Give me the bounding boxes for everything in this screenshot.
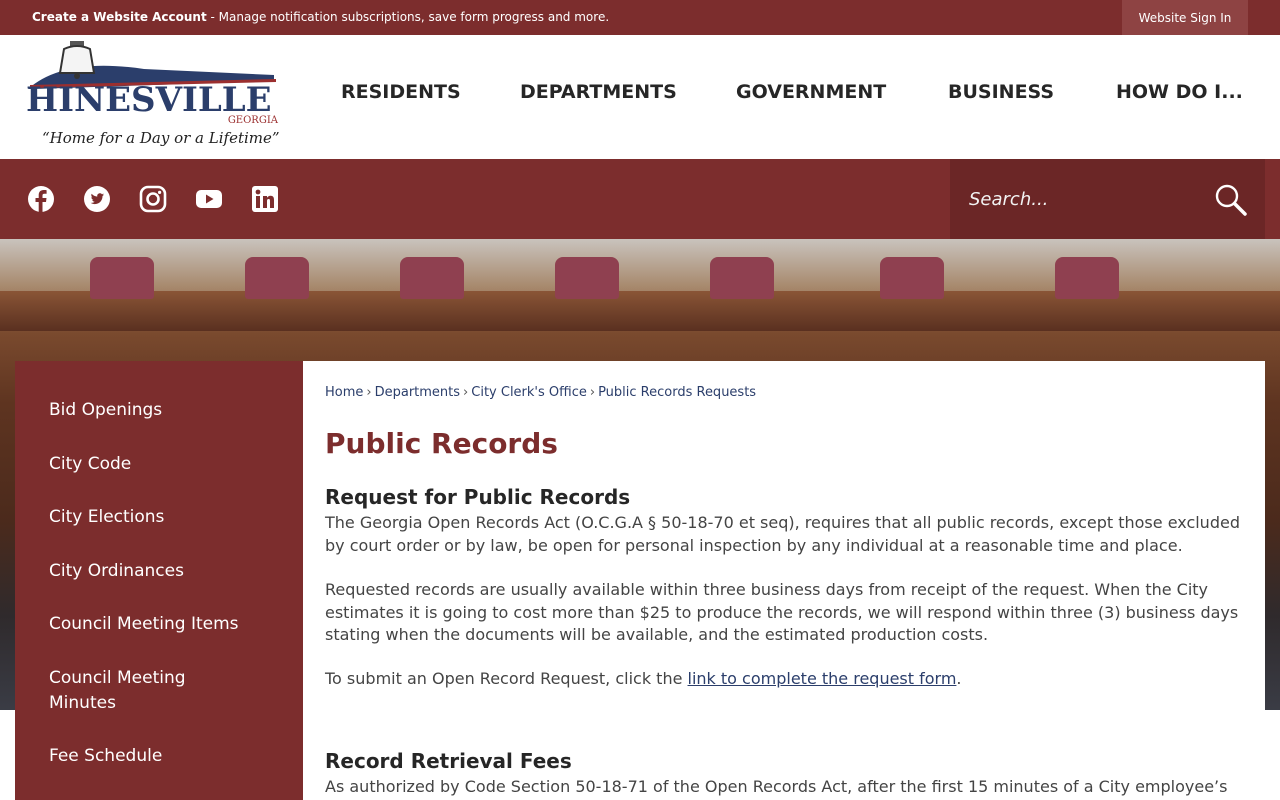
paragraph-availability: Requested records are usually available … [325, 580, 1239, 644]
breadcrumb-separator: › [366, 385, 372, 400]
nav-business[interactable]: BUSINESS [948, 81, 1054, 103]
hero-chair [710, 257, 774, 299]
sidebar-item-city-code[interactable]: City Code [49, 452, 279, 477]
social-search-bar [0, 159, 1280, 239]
paragraph-open-records-act: The Georgia Open Records Act (O.C.G.A § … [325, 513, 1240, 555]
breadcrumb-separator: › [463, 385, 469, 400]
logo-wordmark: HINESVILLE [26, 80, 272, 120]
search-icon[interactable] [1214, 183, 1248, 217]
paragraph-submit-request: To submit an Open Record Request, click … [325, 668, 1245, 691]
sidebar-navigation: Bid Openings City Code City Elections Ci… [15, 361, 303, 800]
breadcrumb: Home › Departments › City Clerk's Office › Pub… [325, 385, 756, 400]
sidebar-item-bid-openings[interactable]: Bid Openings [49, 398, 279, 423]
account-promo: Create a Website Account - Manage notifi… [32, 10, 609, 24]
site-header: HINESVILLE GEORGIA “Home for a Day or a … [0, 35, 1280, 159]
sidebar-item-city-elections[interactable]: City Elections [49, 505, 279, 530]
section-heading-fees: Record Retrieval Fees [325, 749, 572, 773]
request-form-link[interactable]: link to complete the request form [688, 669, 957, 688]
nav-departments[interactable]: DEPARTMENTS [520, 81, 677, 103]
account-promo-text: - Manage notification subscriptions, sav… [206, 10, 610, 24]
create-account-link[interactable]: Create a Website Account [32, 10, 207, 24]
breadcrumb-public-records-requests[interactable]: Public Records Requests [598, 385, 756, 400]
sign-in-button[interactable]: Website Sign In [1122, 0, 1248, 35]
facebook-icon[interactable] [27, 185, 55, 213]
sidebar-item-fee-schedule[interactable]: Fee Schedule [49, 744, 279, 769]
hero-chair [245, 257, 309, 299]
search-input[interactable] [950, 159, 1200, 239]
breadcrumb-home[interactable]: Home [325, 385, 363, 400]
sidebar-item-council-meeting-minutes[interactable]: Council Meeting Minutes [49, 666, 229, 716]
hero-chair [400, 257, 464, 299]
search-box [950, 159, 1265, 239]
submit-request-text: To submit an Open Record Request, click … [325, 669, 688, 688]
main-content: Home › Departments › City Clerk's Office › Pub… [303, 361, 1265, 800]
site-logo[interactable]: HINESVILLE GEORGIA “Home for a Day or a … [24, 39, 282, 153]
breadcrumb-departments[interactable]: Departments [375, 385, 460, 400]
logo-state: GEORGIA [227, 115, 278, 126]
sidebar-item-council-meeting-items[interactable]: Council Meeting Items [49, 612, 279, 637]
hero-chair [90, 257, 154, 299]
twitter-icon[interactable] [83, 185, 111, 213]
breadcrumb-separator: › [589, 385, 596, 400]
hero-chair [1055, 257, 1119, 299]
instagram-icon[interactable] [139, 185, 167, 213]
paragraph-retrieval-fees: As authorized by Code Section 50-18-71 o… [325, 777, 1228, 800]
nav-government[interactable]: GOVERNMENT [736, 81, 886, 103]
submit-request-period: . [956, 669, 962, 688]
breadcrumb-city-clerks-office[interactable]: City Clerk's Office [471, 385, 587, 400]
youtube-icon[interactable] [195, 185, 223, 213]
hero-chair [555, 257, 619, 299]
sidebar-item-city-ordinances[interactable]: City Ordinances [49, 559, 279, 584]
nav-residents[interactable]: RESIDENTS [341, 81, 461, 103]
nav-how-do-i[interactable]: HOW DO I... [1116, 81, 1243, 103]
logo-tagline: “Home for a Day or a Lifetime” [42, 129, 280, 147]
hero-chair [880, 257, 944, 299]
page-title: Public Records [325, 427, 558, 460]
section-heading-request: Request for Public Records [325, 485, 631, 509]
linkedin-icon[interactable] [251, 185, 279, 213]
top-utility-bar: Create a Website Account - Manage notifi… [0, 0, 1280, 35]
